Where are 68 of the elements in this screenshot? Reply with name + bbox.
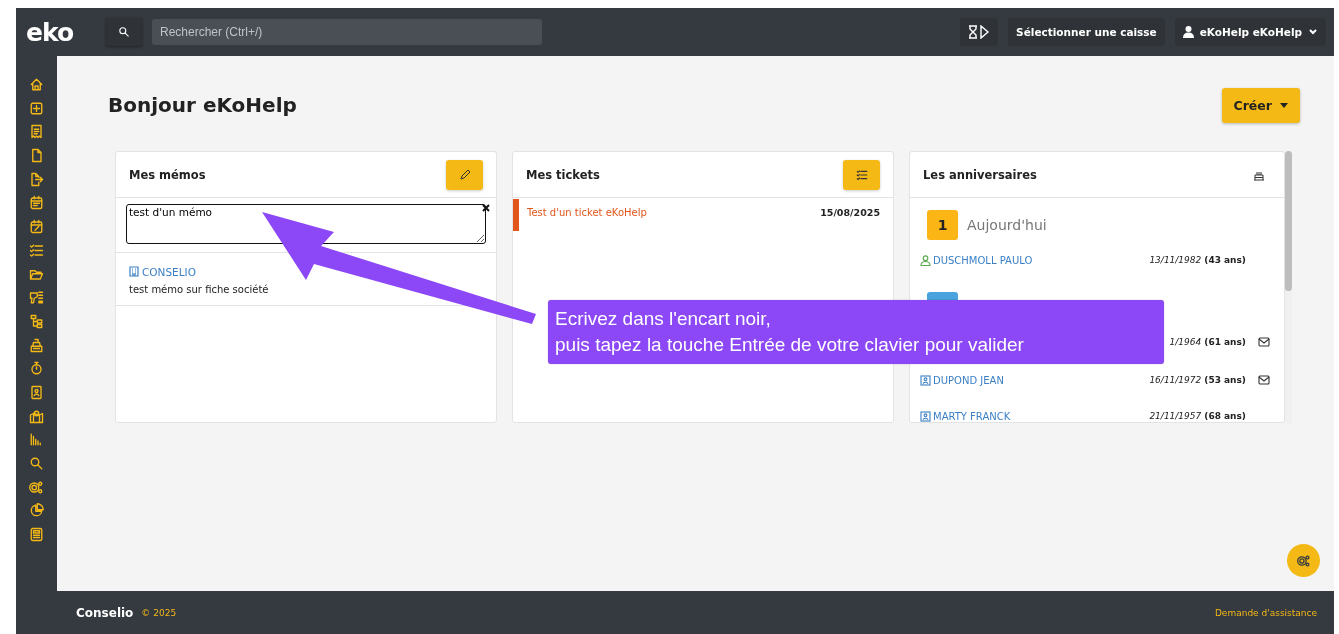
document-icon[interactable] [29,148,44,164]
task-list-button[interactable] [843,159,880,190]
timer-play-button[interactable] [960,18,999,46]
contact-card-icon [920,410,931,422]
copyright-text: © 2025 [141,607,177,618]
search-icon[interactable] [29,456,44,471]
age-text: (68 ans) [1204,411,1246,421]
cash-register-icon[interactable] [29,337,44,353]
person-link[interactable]: DUSCHMOLL PAULO [920,254,1033,266]
company-link[interactable]: CONSELIO [129,265,196,278]
calendar-icon[interactable] [29,195,44,211]
contact-card-icon[interactable] [29,384,44,400]
eko-logo: eko [25,17,75,47]
person-link[interactable]: MARTY FRANCK [920,410,1011,422]
checklist-icon [855,168,868,181]
contact-card-icon [920,374,931,386]
bar-chart-icon[interactable] [29,432,44,448]
birth-date: 21/11/1957 [1149,411,1202,421]
mail-icon[interactable] [1258,375,1270,385]
document-export-icon[interactable] [29,171,44,187]
hourglass-play-icon [968,25,991,39]
create-button[interactable]: Créer [1221,88,1300,123]
birth-date: 16/11/1972 [1149,375,1202,385]
person-icon [920,254,931,266]
checklist-icon[interactable] [29,242,44,258]
search-icon [118,26,130,38]
count-badge: 1 [927,210,958,240]
stopwatch-icon[interactable] [29,361,44,377]
ticket-link[interactable]: Test d'un ticket eKoHelp [527,207,647,218]
scanner-icon[interactable] [29,290,44,306]
user-icon [1182,26,1194,38]
user-menu-button[interactable]: eKoHelp eKoHelp [1174,18,1326,46]
card-title: Les anniversaires [923,167,1037,182]
memo-input[interactable]: test d'un mémo [126,204,486,244]
person-link[interactable]: DUPOND JEAN [920,374,1004,386]
gears-icon [1296,553,1311,568]
mail-icon[interactable] [1258,337,1270,347]
search-button[interactable] [106,18,142,46]
age-text: (43 ans) [1204,255,1246,265]
card-title: Mes tickets [526,167,600,182]
settings-button[interactable] [1287,544,1320,577]
support-request-link[interactable]: Demande d'assistance [1214,607,1317,618]
birth-date: 1/1964 [1169,337,1202,347]
pie-chart-icon[interactable] [29,503,44,519]
page-title: Bonjour eKoHelp [108,92,297,117]
gears-icon[interactable] [29,479,44,495]
age-text: (53 ans) [1204,375,1246,385]
pencil-icon [458,168,471,181]
annotation-callout: Ecrivez dans l'encart noir, puis tapez la touche Entrée de votre clavier pour valider [548,300,1164,364]
caret-icon [1280,103,1288,108]
footer-brand: Conselio [76,605,134,620]
register-select-button[interactable]: Sélectionner une caisse [1008,18,1165,46]
calendar-edit-icon[interactable] [29,219,44,235]
close-icon [482,204,490,212]
home-icon[interactable] [29,77,44,92]
section-label: Aujourd'hui [967,217,1047,233]
age-text: (61 ans) [1204,337,1246,347]
chevron-down-icon [1308,28,1318,36]
plus-square-icon[interactable] [29,100,44,116]
birth-date: 13/11/1982 [1149,255,1202,265]
scrollbar-thumb[interactable] [1285,151,1292,291]
hierarchy-icon[interactable] [29,313,44,329]
memo-text: test mémo sur fiche société [129,284,270,295]
card-title: Mes mémos [129,167,206,182]
building-icon [129,266,139,277]
receipt-icon[interactable] [29,124,44,140]
search-field[interactable]: Rechercher (Ctrl+/) [152,19,542,45]
ticket-date: 15/08/2025 [820,207,880,218]
